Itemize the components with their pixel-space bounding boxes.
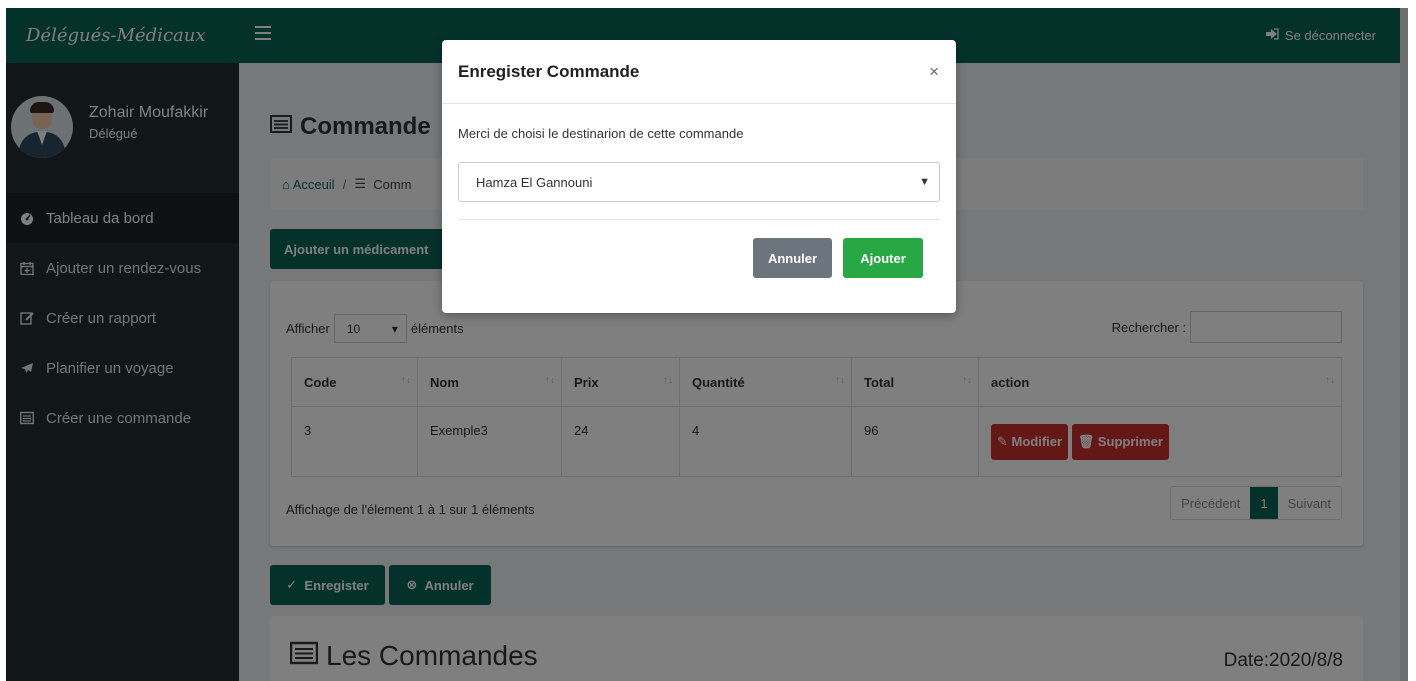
- caret-down-icon: ▼: [919, 176, 930, 188]
- modal-header: Enregister Commande ×: [442, 40, 956, 104]
- modal-message: Merci de choisi le destinarion de cette …: [458, 126, 744, 141]
- modal-title: Enregister Commande: [458, 61, 640, 81]
- destination-select[interactable]: Hamza El Gannouni ▼: [458, 162, 940, 202]
- destination-select-value: Hamza El Gannouni: [476, 174, 593, 190]
- save-order-modal: Enregister Commande × Merci de choisi le…: [442, 40, 956, 313]
- modal-add-button[interactable]: Ajouter: [843, 238, 923, 278]
- modal-cancel-button[interactable]: Annuler: [753, 238, 832, 278]
- close-icon[interactable]: ×: [929, 62, 939, 82]
- modal-divider: [458, 219, 940, 220]
